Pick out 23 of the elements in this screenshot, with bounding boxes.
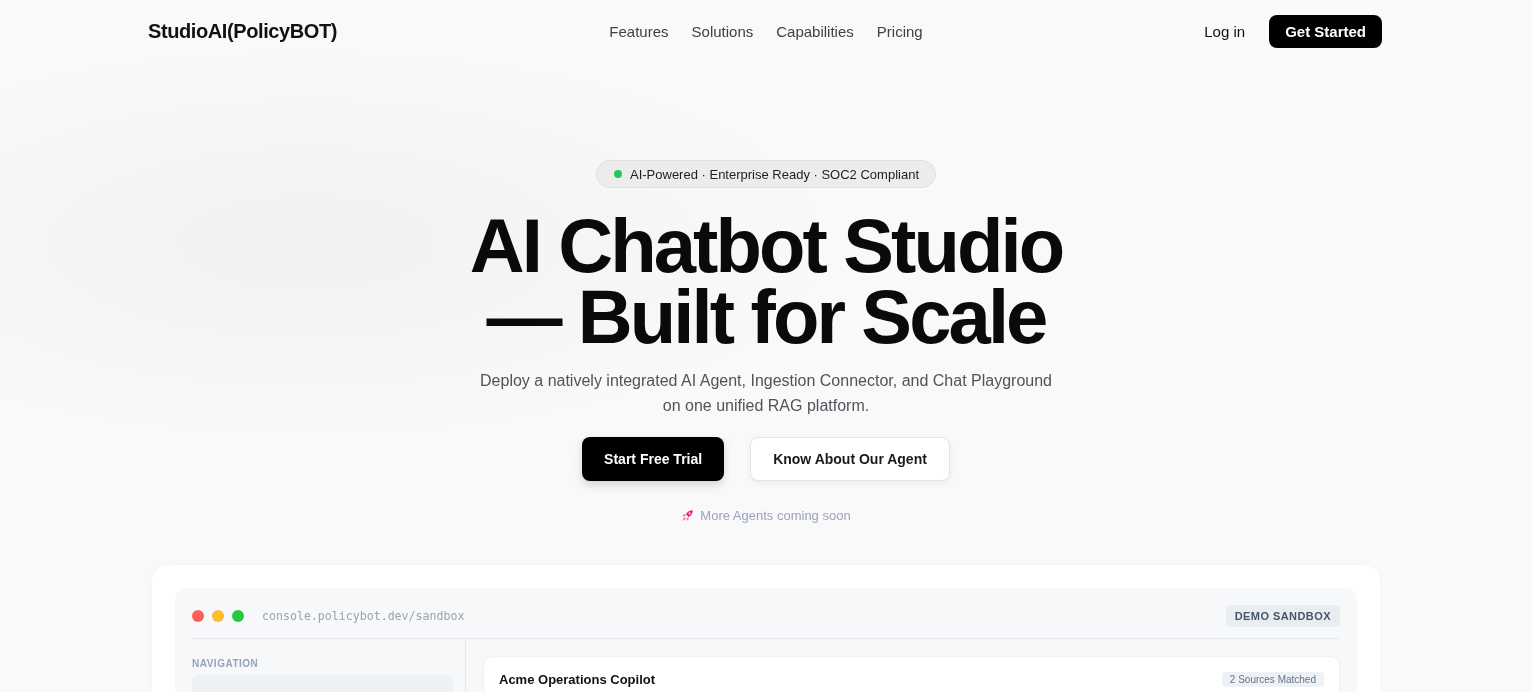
status-dot-icon [614,170,622,178]
agent-info-button[interactable]: Know About Our Agent [750,437,950,481]
window-dot-icon [192,610,204,622]
nav-link[interactable]: Pricing [876,22,923,40]
hero-title: AI Chatbot Studio — Built for Scale [469,210,1063,352]
panel-title: Acme Operations Copilot [499,672,656,687]
window-dot-icon [212,610,224,622]
get-started-button[interactable]: Get Started [1269,14,1382,48]
coming-soon-note: More Agents coming soon [700,508,851,523]
sidebar-heading: NAVIGATION [192,658,260,669]
nav-link[interactable]: Solutions [691,22,754,40]
login-link[interactable]: Log in [1204,14,1246,48]
console-url: console.policybot.dev/sandbox [262,609,465,623]
logo-link[interactable]: StudioAI(PolicyBOT) [148,19,338,43]
window-dot-icon [232,610,244,622]
sources-badge: 2 Sources Matched [1221,672,1324,687]
start-trial-button[interactable]: Start Free Trial [582,437,725,481]
badge-text: AI-Powered · Enterprise Ready · SOC2 Compliant [630,166,919,182]
rocket-icon [681,509,695,522]
hero-subtitle: Deploy a natively integrated AI Agent, Ingestion Connector, and Chat Playground on one unified RAG platform. [480,371,1052,416]
nav-link[interactable]: Features [609,22,669,40]
nav-link[interactable]: Capabilities [776,22,854,40]
demo-sandbox-tag: DEMO SANDBOX [1225,605,1340,627]
